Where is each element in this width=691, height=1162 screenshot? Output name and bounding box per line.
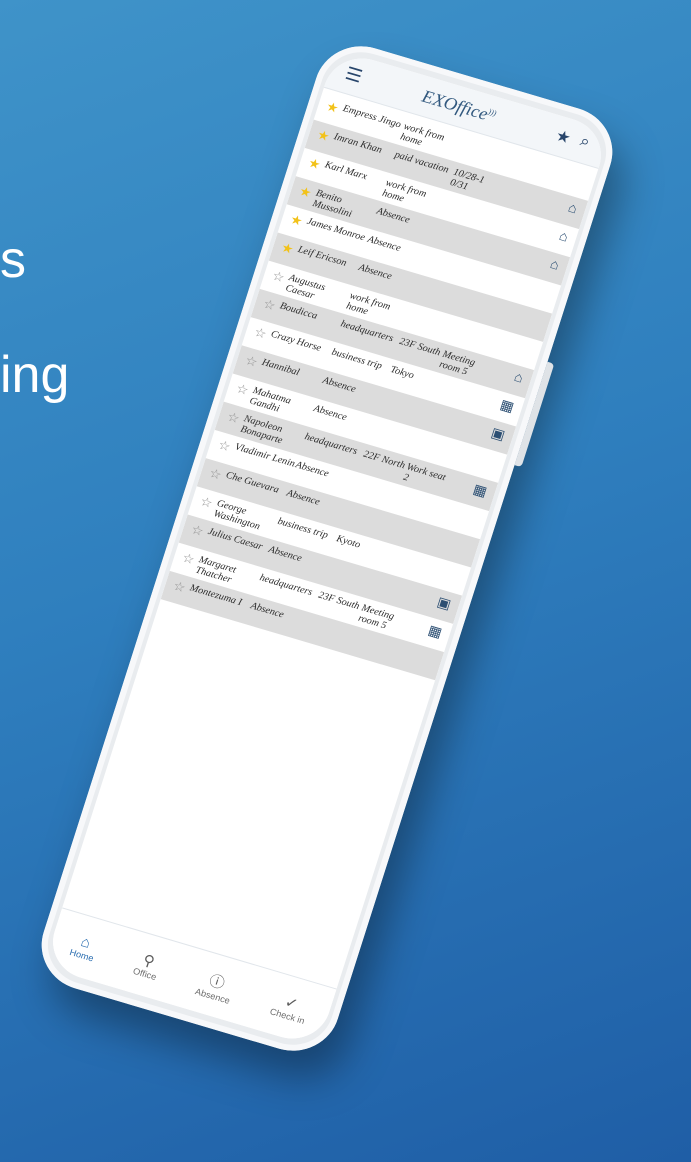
phone-mockup: ☰ EXOffice))) ★ ⌕ ★ Empress Jingo work fro… — [0, 0, 691, 1162]
location-text — [464, 139, 507, 152]
tab-absence[interactable]: ⓘ Absence — [194, 966, 238, 1006]
briefcase-icon: ▣ — [488, 425, 507, 444]
favorite-star-icon[interactable]: ★ — [324, 99, 344, 119]
phone-screen: ☰ EXOffice))) ★ ⌕ ★ Empress Jingo work fro… — [43, 49, 611, 1048]
home-icon: ⌂ — [548, 257, 561, 274]
unfavorite-star-icon[interactable]: ☆ — [171, 578, 191, 598]
building-icon: ▦ — [425, 623, 444, 642]
unfavorite-star-icon[interactable]: ☆ — [207, 465, 227, 485]
unfavorite-star-icon[interactable]: ☆ — [252, 324, 272, 344]
favorite-star-icon[interactable]: ★ — [279, 240, 299, 260]
building-icon: ▦ — [497, 397, 516, 416]
phone-frame: ☰ EXOffice))) ★ ⌕ ★ Empress Jingo work fro… — [30, 35, 624, 1062]
building-icon: ▦ — [470, 482, 489, 501]
favorite-star-icon[interactable]: ★ — [306, 155, 326, 175]
bottom-tab-bar: ⌂ Home ⚲ Office ⓘ Absence ✓ Check in — [43, 907, 337, 1048]
tab-office[interactable]: ⚲ Office — [132, 949, 163, 982]
unfavorite-star-icon[interactable]: ☆ — [243, 352, 263, 372]
place-text — [507, 151, 552, 164]
favorite-star-icon[interactable]: ★ — [315, 127, 335, 147]
wifi-signal-icon: ))) — [487, 106, 498, 118]
unfavorite-star-icon[interactable]: ☆ — [189, 522, 209, 542]
tab-home[interactable]: ⌂ Home — [69, 931, 101, 963]
search-icon[interactable]: ⌕ — [577, 133, 592, 154]
tab-label: Home — [68, 946, 96, 964]
briefcase-icon: ▣ — [434, 595, 453, 614]
unfavorite-star-icon[interactable]: ☆ — [216, 437, 236, 457]
tab-label: Office — [131, 965, 158, 983]
employee-list: ★ Empress Jingo work from home ★ Imran Khan p… — [160, 88, 599, 681]
home-icon: ⌂ — [512, 370, 525, 387]
favorite-star-icon[interactable]: ★ — [288, 211, 308, 231]
tab-check-in[interactable]: ✓ Check in — [269, 989, 312, 1026]
unfavorite-star-icon[interactable]: ☆ — [261, 296, 281, 316]
home-icon: ⌂ — [566, 200, 579, 218]
hamburger-menu-icon[interactable]: ☰ — [343, 63, 365, 87]
home-icon: ⌂ — [557, 229, 570, 246]
favorites-star-icon[interactable]: ★ — [553, 125, 573, 148]
